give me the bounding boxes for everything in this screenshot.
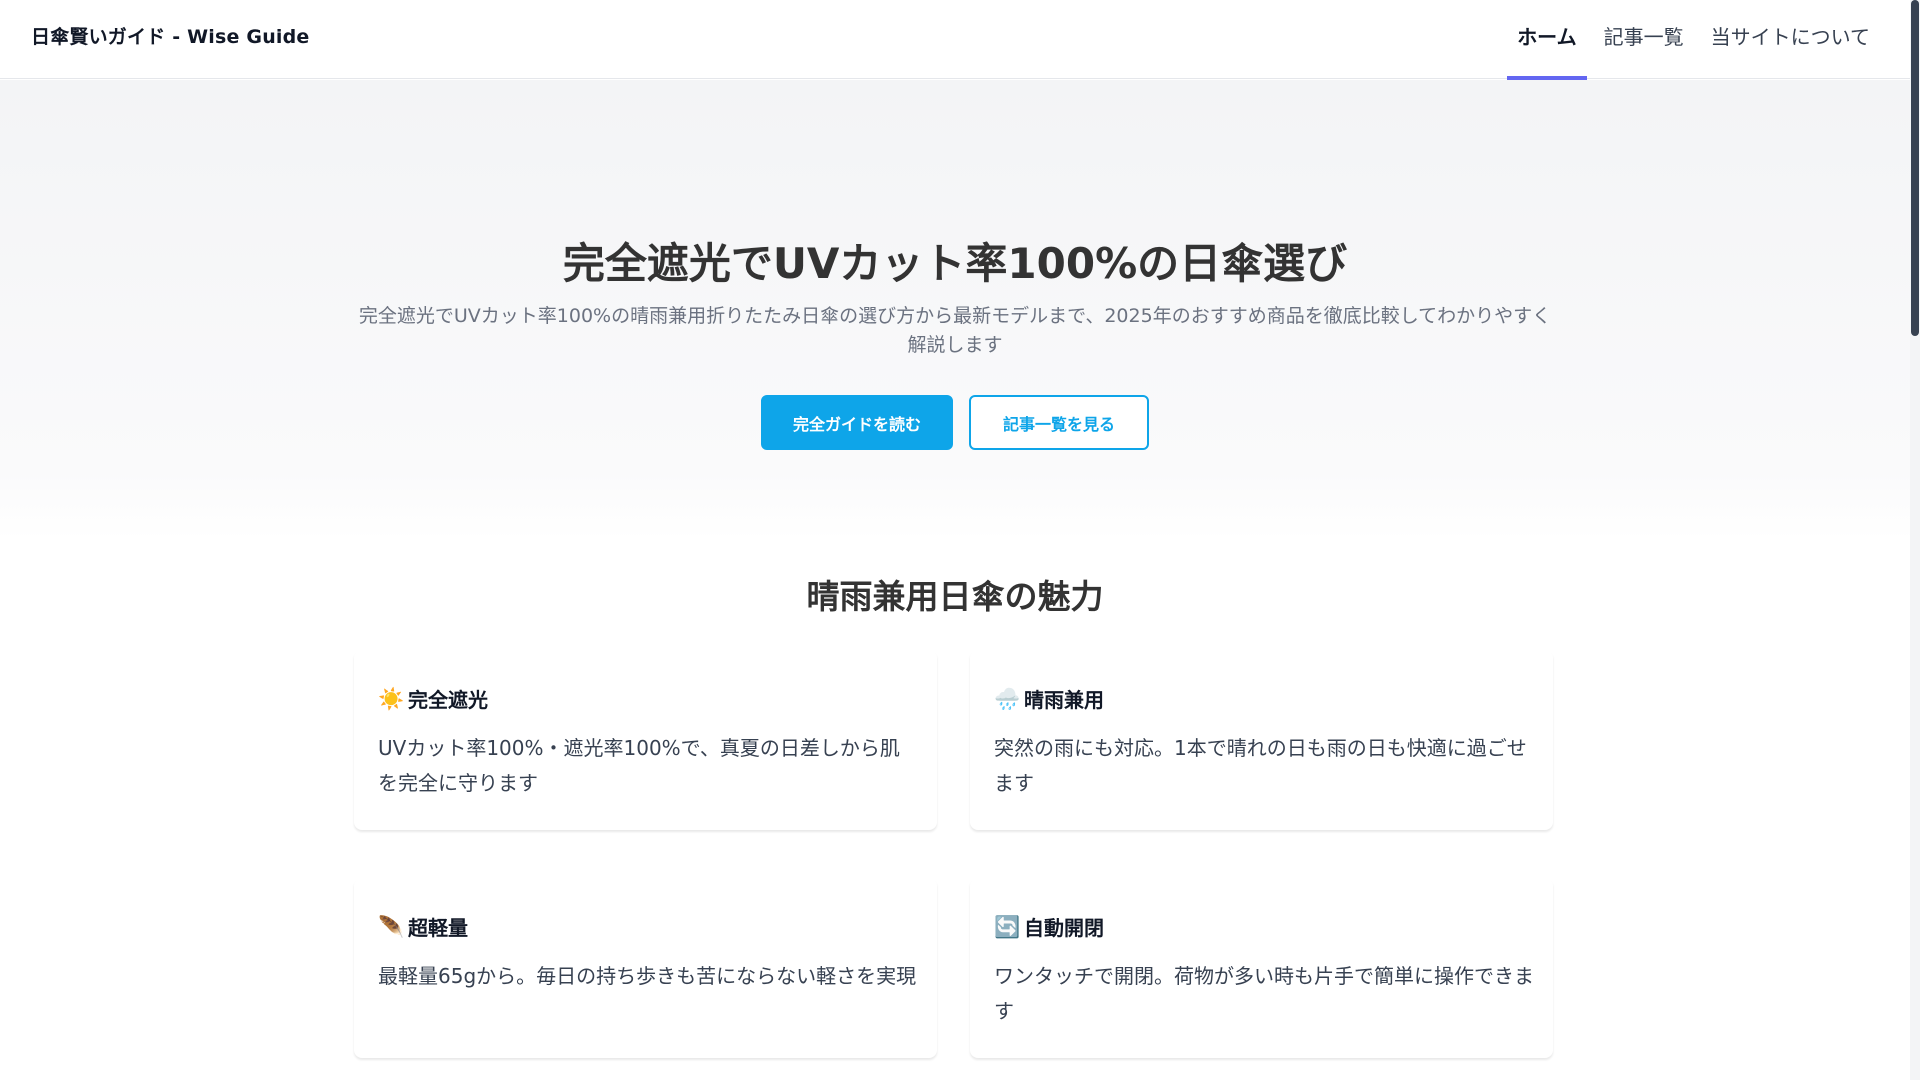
rain-cloud-icon: 🌧️ [994, 686, 1021, 711]
hero-subtitle: 完全遮光でUVカット率100%の晴雨兼用折りたたみ日傘の選び方から最新モデルまで… [358, 305, 1552, 356]
feature-card-title: 自動開閉 [1024, 916, 1104, 940]
feature-card-head: 🔄 自動開閉 [994, 912, 1104, 941]
page-scrollbar[interactable] [1910, 0, 1920, 1080]
main-nav: ホーム 記事一覧 当サイトについて [1500, 0, 1880, 80]
feature-card-head: ☀️ 完全遮光 [378, 684, 488, 713]
feature-card-title: 晴雨兼用 [1024, 688, 1104, 712]
read-guide-button[interactable]: 完全ガイドを読む [761, 395, 953, 450]
feature-card-title: 超軽量 [408, 916, 468, 940]
feature-card-text: 突然の雨にも対応。1本で晴れの日も雨の日も快適に過ごせます [994, 736, 1527, 795]
feature-card-head: 🌧️ 晴雨兼用 [994, 684, 1104, 713]
feature-card-text: UVカット率100%・遮光率100%で、真夏の日差しから肌を完全に守ります [378, 736, 900, 795]
feather-icon: 🪶 [378, 914, 405, 939]
features-title: 晴雨兼用日傘の魅力 [806, 577, 1104, 616]
feature-card-text: 最軽量65gから。毎日の持ち歩きも苦にならない軽さを実現 [378, 964, 917, 988]
hero-section: 完全遮光でUVカット率100%の日傘選び 完全遮光でUVカット率100%の晴雨兼… [0, 80, 1910, 540]
feature-card-title: 完全遮光 [408, 688, 488, 712]
feature-card-blackout: ☀️ 完全遮光 UVカット率100%・遮光率100%で、真夏の日差しから肌を完全… [354, 650, 937, 830]
scrollbar-thumb[interactable] [1911, 0, 1919, 336]
site-header: 日傘賢いガイド - Wise Guide ホーム 記事一覧 当サイトについて [0, 0, 1910, 80]
hero-title: 完全遮光でUVカット率100%の日傘選び [562, 239, 1348, 288]
auto-open-icon: 🔄 [994, 914, 1021, 939]
site-logo[interactable]: 日傘賢いガイド - Wise Guide [31, 22, 310, 49]
feature-card-head: 🪶 超軽量 [378, 912, 468, 941]
feature-card-lightweight: 🪶 超軽量 最軽量65gから。毎日の持ち歩きも苦にならない軽さを実現 [354, 878, 937, 1058]
feature-card-all-weather: 🌧️ 晴雨兼用 突然の雨にも対応。1本で晴れの日も雨の日も快適に過ごせます [970, 650, 1553, 830]
nav-home[interactable]: ホーム [1507, 0, 1588, 80]
view-articles-button[interactable]: 記事一覧を見る [969, 395, 1149, 450]
feature-card-text: ワンタッチで開閉。荷物が多い時も片手で簡単に操作できます [994, 964, 1534, 1023]
sun-icon: ☀️ [378, 686, 405, 711]
feature-card-auto-open: 🔄 自動開閉 ワンタッチで開閉。荷物が多い時も片手で簡単に操作できます [970, 878, 1553, 1058]
nav-articles[interactable]: 記事一覧 [1594, 0, 1694, 79]
nav-about[interactable]: 当サイトについて [1701, 0, 1880, 79]
